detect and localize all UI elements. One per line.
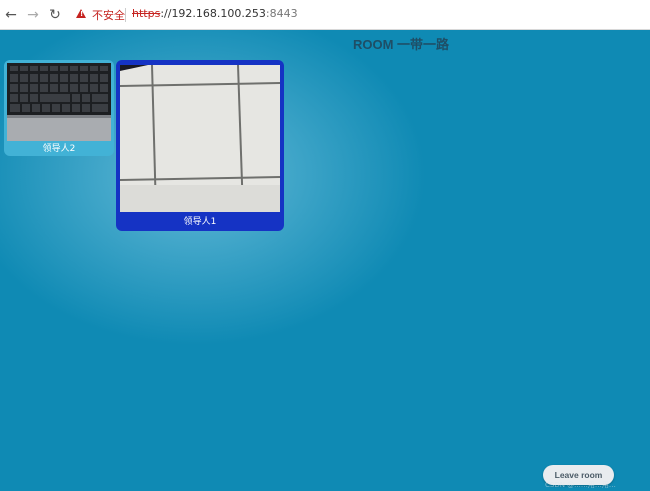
reload-icon[interactable]: ↻ xyxy=(46,6,64,24)
watermark: CSDN @...…用…用… xyxy=(545,481,616,489)
participant-video-keyboard xyxy=(7,63,111,141)
url-port: :8443 xyxy=(265,7,298,20)
participant-name-2: 领导人2 xyxy=(42,144,76,154)
forward-arrow-icon[interactable]: → xyxy=(24,6,42,24)
keyboard-video-frame xyxy=(7,63,111,141)
participant-tile-1[interactable]: 领导人1 xyxy=(116,60,284,231)
security-status[interactable]: 不安全 xyxy=(92,7,125,23)
url-scheme: https xyxy=(132,7,161,20)
room-page: ROOM 一带一路 领导人2 领导人1 xyxy=(0,30,650,491)
participant-video-ceiling xyxy=(120,65,280,212)
back-arrow-icon[interactable]: ← xyxy=(2,6,20,24)
ceiling-video-frame xyxy=(120,65,280,212)
room-title: ROOM 一带一路 xyxy=(352,37,450,52)
address-bar[interactable]: https://192.168.100.253:8443 xyxy=(132,7,298,20)
warning-triangle-icon[interactable]: ! xyxy=(76,9,86,18)
url-scheme-separator: :// xyxy=(160,7,172,20)
browser-toolbar: ← → ↻ ! 不安全 https://192.168.100.253:8443 xyxy=(0,0,650,30)
participant-name-1: 领导人1 xyxy=(183,217,217,227)
address-divider xyxy=(125,8,126,22)
url-host: 192.168.100.253 xyxy=(171,7,266,20)
participant-tile-2[interactable]: 领导人2 xyxy=(4,60,114,156)
